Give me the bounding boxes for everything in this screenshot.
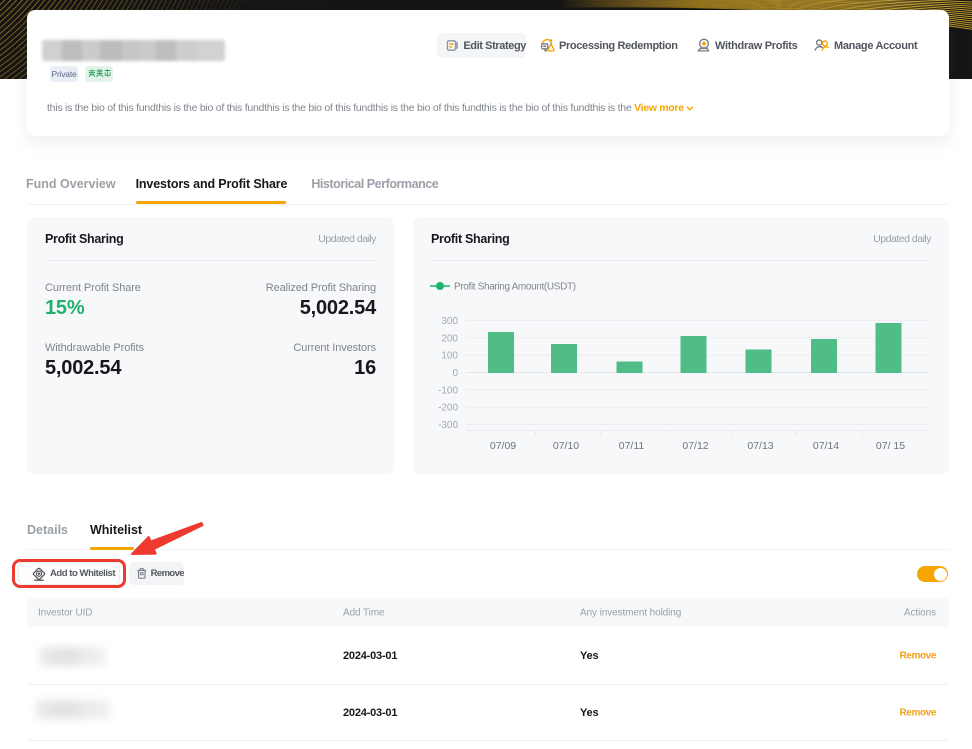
- svg-text:200: 200: [441, 333, 458, 344]
- svg-text:0: 0: [452, 368, 458, 379]
- svg-text:-100: -100: [438, 385, 458, 396]
- svg-text:07/11: 07/11: [619, 440, 645, 452]
- svg-text:-300: -300: [438, 420, 458, 431]
- svg-text:07/12: 07/12: [682, 440, 708, 452]
- svg-text:07/13: 07/13: [747, 440, 773, 452]
- svg-text:07/ 15: 07/ 15: [876, 440, 905, 452]
- svg-text:Profit Sharing Amount(USDT): Profit Sharing Amount(USDT): [454, 282, 576, 293]
- svg-text:07/10: 07/10: [553, 440, 579, 452]
- svg-text:100: 100: [441, 351, 458, 362]
- svg-text:07/14: 07/14: [813, 440, 839, 452]
- svg-text:-200: -200: [438, 403, 458, 414]
- svg-text:07/09: 07/09: [490, 440, 516, 452]
- svg-text:300: 300: [441, 316, 458, 327]
